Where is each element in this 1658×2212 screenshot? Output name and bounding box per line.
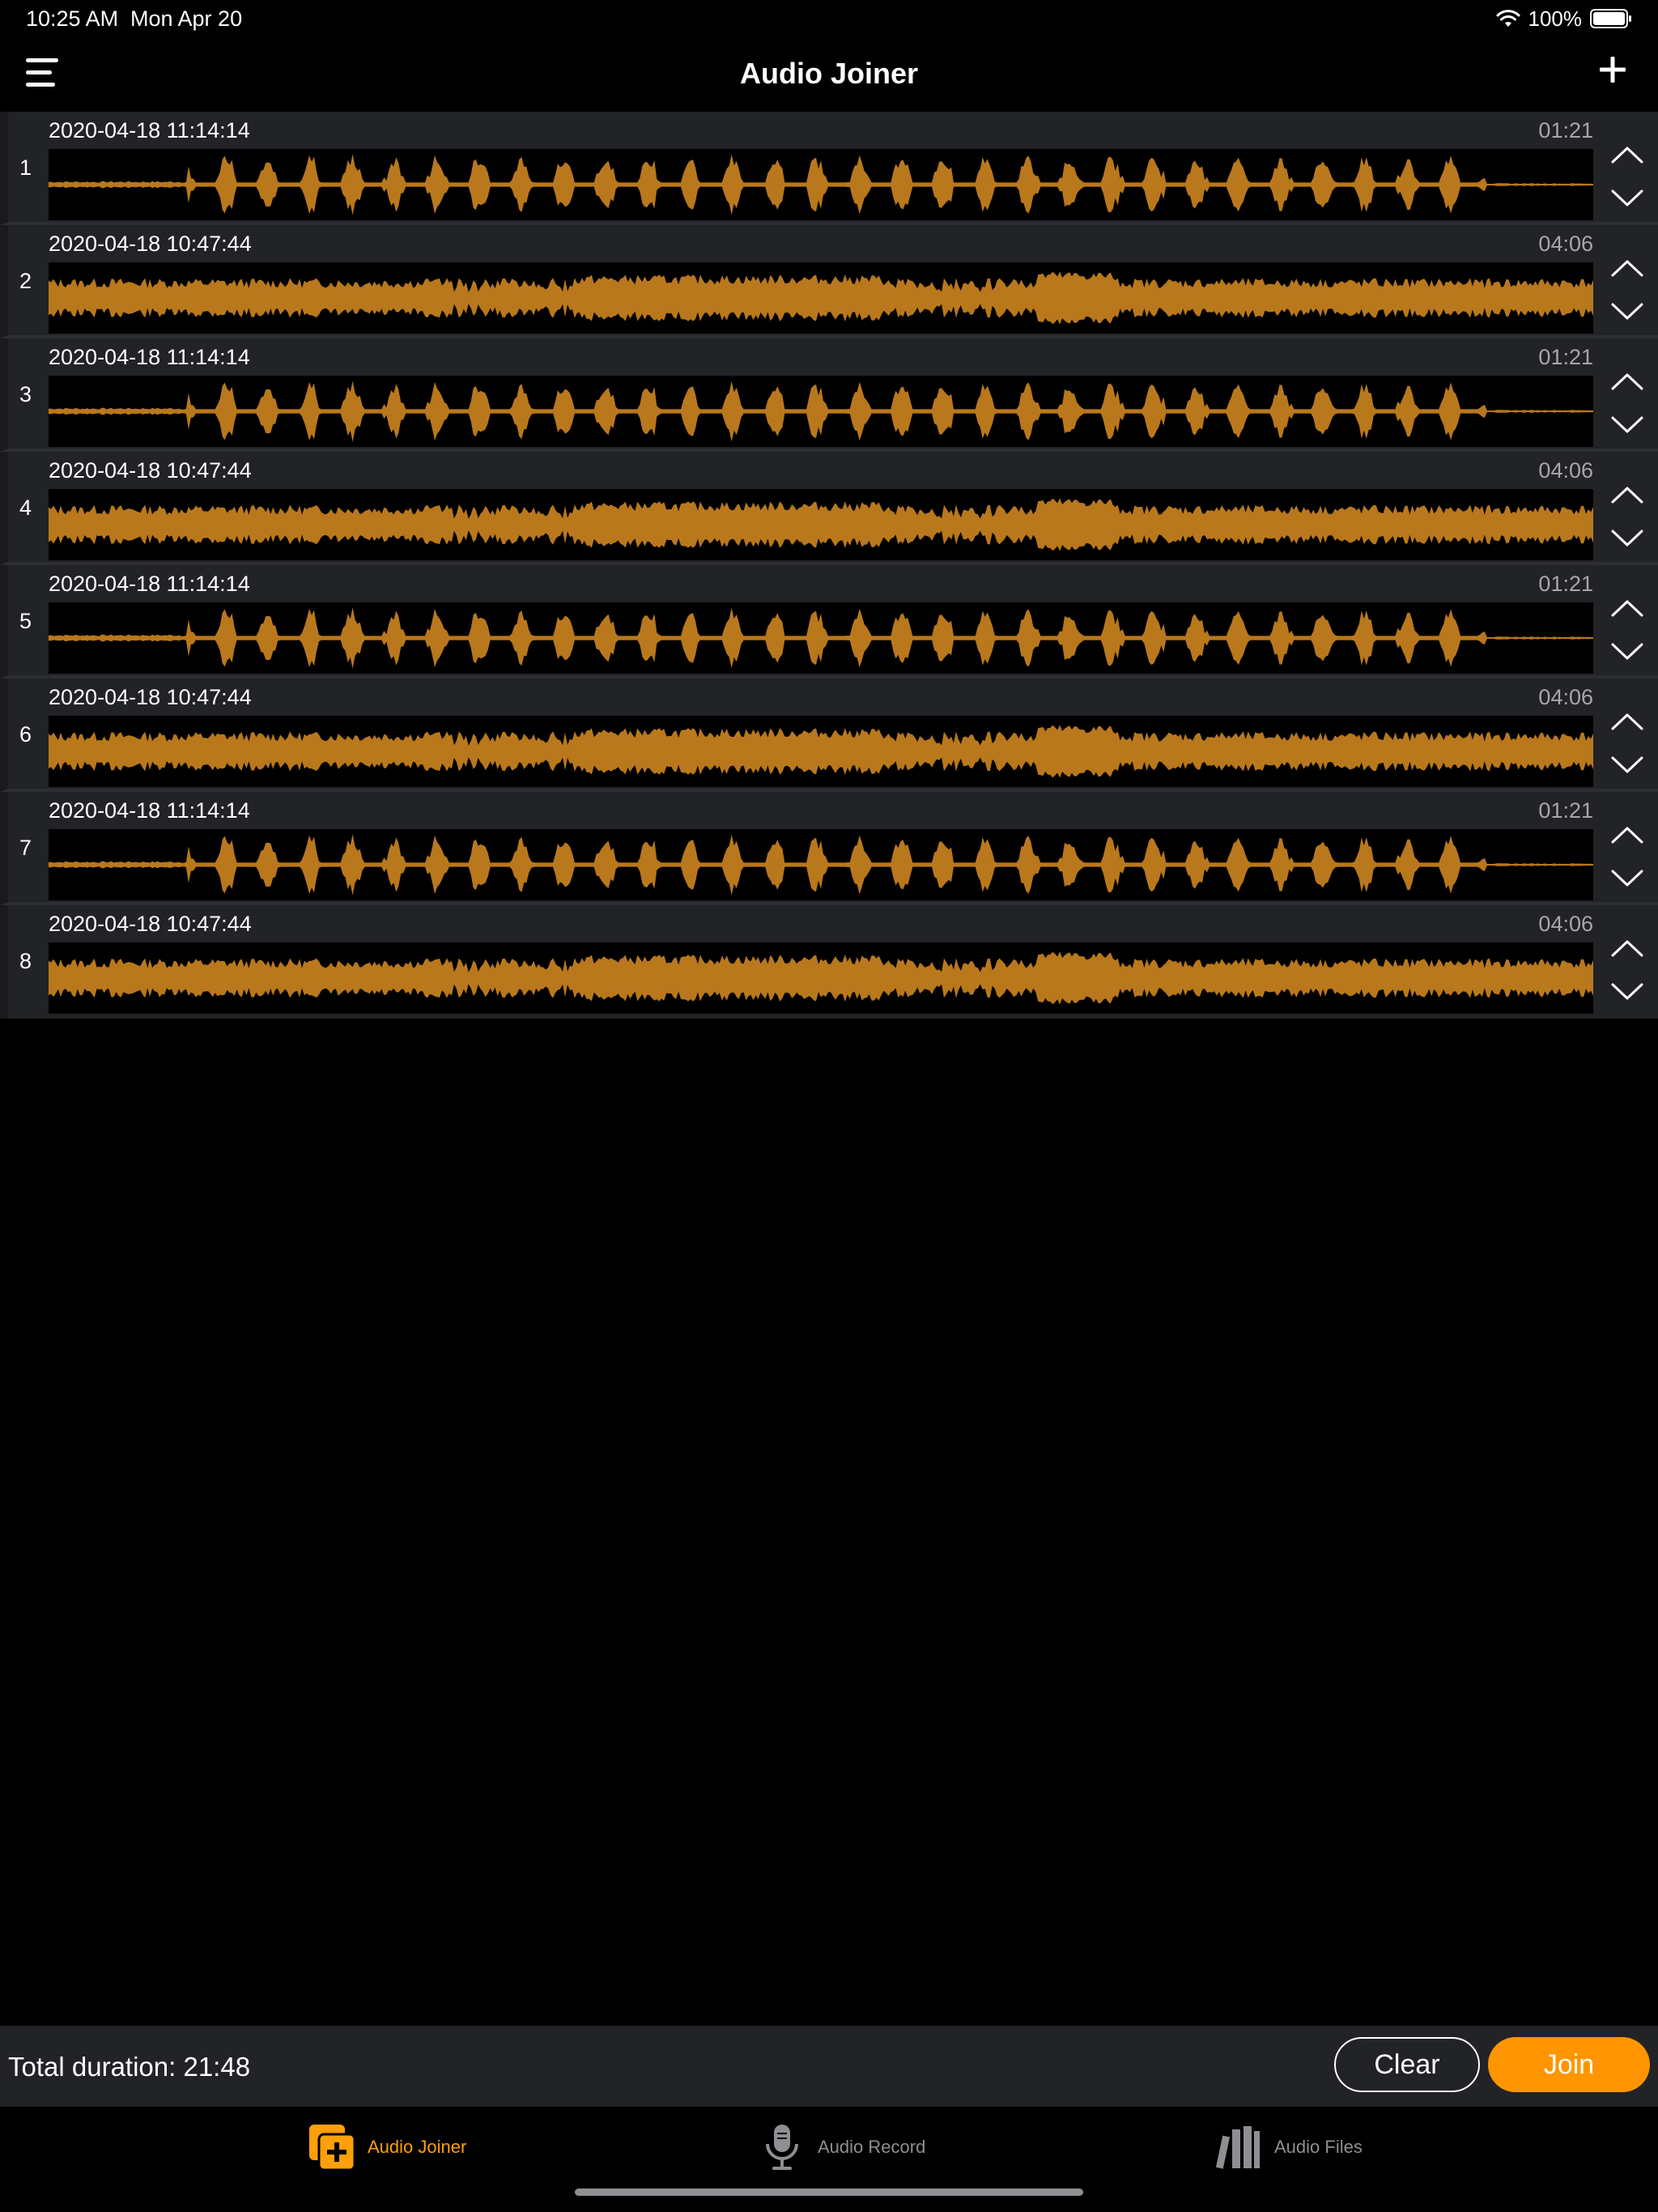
status-bar: 10:25 AM Mon Apr 20 100% xyxy=(0,0,1658,37)
page-title: Audio Joiner xyxy=(739,57,918,90)
waveform xyxy=(49,602,1593,674)
waveform xyxy=(49,942,1593,1014)
chevron-down-icon[interactable] xyxy=(1609,526,1645,551)
chevron-up-icon[interactable] xyxy=(1609,483,1645,507)
home-indicator xyxy=(575,2189,1083,2196)
track-row[interactable]: 2 2020-04-18 10:47:44 04:06 xyxy=(0,225,1658,338)
track-row[interactable]: 3 2020-04-18 11:14:14 01:21 xyxy=(0,338,1658,452)
tab-label: Audio Record xyxy=(818,2137,926,2157)
track-duration: 01:21 xyxy=(1538,572,1593,596)
waveform xyxy=(49,829,1593,900)
track-index: 1 xyxy=(19,155,32,180)
navigation-bar: Audio Joiner xyxy=(0,37,1658,112)
chevron-up-icon[interactable] xyxy=(1609,709,1645,734)
library-icon xyxy=(1215,2126,1260,2169)
track-row[interactable]: 1 2020-04-18 11:14:14 01:21 xyxy=(0,112,1658,225)
track-list: 1 2020-04-18 11:14:14 01:21 2 2020-04-18… xyxy=(0,112,1658,1019)
track-duration: 01:21 xyxy=(1538,798,1593,823)
waveform xyxy=(49,489,1593,560)
chevron-up-icon[interactable] xyxy=(1609,369,1645,393)
audio-joiner-icon xyxy=(309,2125,356,2172)
chevron-up-icon[interactable] xyxy=(1609,936,1645,960)
status-time: 10:25 AM xyxy=(26,6,119,31)
track-index: 4 xyxy=(19,496,32,520)
track-index: 7 xyxy=(19,836,32,860)
action-bar: Total duration: 21:48 Clear Join xyxy=(0,2026,1658,2107)
chevron-down-icon[interactable] xyxy=(1609,186,1645,211)
track-name: 2020-04-18 10:47:44 xyxy=(49,232,252,256)
tab-audio-record[interactable]: Audio Record xyxy=(758,2123,925,2172)
total-duration: Total duration: 21:48 xyxy=(8,2052,251,2082)
battery-icon xyxy=(1590,9,1631,28)
microphone-icon xyxy=(766,2125,798,2170)
tab-bar: Audio Joiner Audio Record Audio Files xyxy=(0,2107,1658,2212)
track-duration: 04:06 xyxy=(1538,685,1593,709)
waveform xyxy=(49,149,1593,220)
track-row[interactable]: 5 2020-04-18 11:14:14 01:21 xyxy=(0,565,1658,678)
wifi-icon xyxy=(1496,10,1520,27)
join-button[interactable]: Join xyxy=(1488,2037,1650,2092)
chevron-down-icon[interactable] xyxy=(1609,866,1645,891)
track-index: 3 xyxy=(19,382,32,406)
tab-audio-files[interactable]: Audio Files xyxy=(1214,2123,1363,2172)
track-name: 2020-04-18 11:14:14 xyxy=(49,572,250,596)
track-name: 2020-04-18 11:14:14 xyxy=(49,345,250,369)
track-duration: 04:06 xyxy=(1538,232,1593,256)
track-duration: 04:06 xyxy=(1538,912,1593,936)
track-name: 2020-04-18 11:14:14 xyxy=(49,798,250,823)
chevron-up-icon[interactable] xyxy=(1609,596,1645,620)
track-row[interactable]: 7 2020-04-18 11:14:14 01:21 xyxy=(0,792,1658,905)
track-name: 2020-04-18 10:47:44 xyxy=(49,685,252,709)
track-index: 6 xyxy=(19,722,32,747)
track-index: 5 xyxy=(19,609,32,633)
track-row[interactable]: 8 2020-04-18 10:47:44 04:06 xyxy=(0,905,1658,1019)
track-duration: 01:21 xyxy=(1538,118,1593,143)
tab-audio-joiner[interactable]: Audio Joiner xyxy=(308,2123,466,2172)
chevron-down-icon[interactable] xyxy=(1609,413,1645,437)
track-index: 2 xyxy=(19,269,32,293)
chevron-down-icon[interactable] xyxy=(1609,753,1645,777)
chevron-down-icon[interactable] xyxy=(1609,300,1645,324)
waveform xyxy=(49,716,1593,787)
plus-icon[interactable] xyxy=(1598,55,1627,84)
status-indicators: 100% xyxy=(1496,6,1633,31)
chevron-up-icon[interactable] xyxy=(1609,143,1645,167)
tab-label: Audio Joiner xyxy=(368,2137,467,2157)
waveform xyxy=(49,262,1593,334)
tab-label: Audio Files xyxy=(1274,2137,1363,2157)
battery-percentage: 100% xyxy=(1528,6,1583,31)
track-name: 2020-04-18 10:47:44 xyxy=(49,458,252,483)
chevron-down-icon[interactable] xyxy=(1609,640,1645,664)
track-row[interactable]: 4 2020-04-18 10:47:44 04:06 xyxy=(0,452,1658,565)
track-duration: 01:21 xyxy=(1538,345,1593,369)
chevron-down-icon[interactable] xyxy=(1609,980,1645,1004)
track-index: 8 xyxy=(19,949,32,973)
waveform xyxy=(49,376,1593,447)
track-name: 2020-04-18 10:47:44 xyxy=(49,912,252,936)
track-name: 2020-04-18 11:14:14 xyxy=(49,118,250,143)
chevron-up-icon[interactable] xyxy=(1609,256,1645,280)
track-row[interactable]: 6 2020-04-18 10:47:44 04:06 xyxy=(0,678,1658,792)
track-duration: 04:06 xyxy=(1538,458,1593,483)
clear-button[interactable]: Clear xyxy=(1334,2037,1480,2092)
app-screen: 10:25 AM Mon Apr 20 100% Audio Joiner 1 … xyxy=(0,0,1658,2212)
status-date: Mon Apr 20 xyxy=(130,6,243,31)
chevron-up-icon[interactable] xyxy=(1609,823,1645,847)
